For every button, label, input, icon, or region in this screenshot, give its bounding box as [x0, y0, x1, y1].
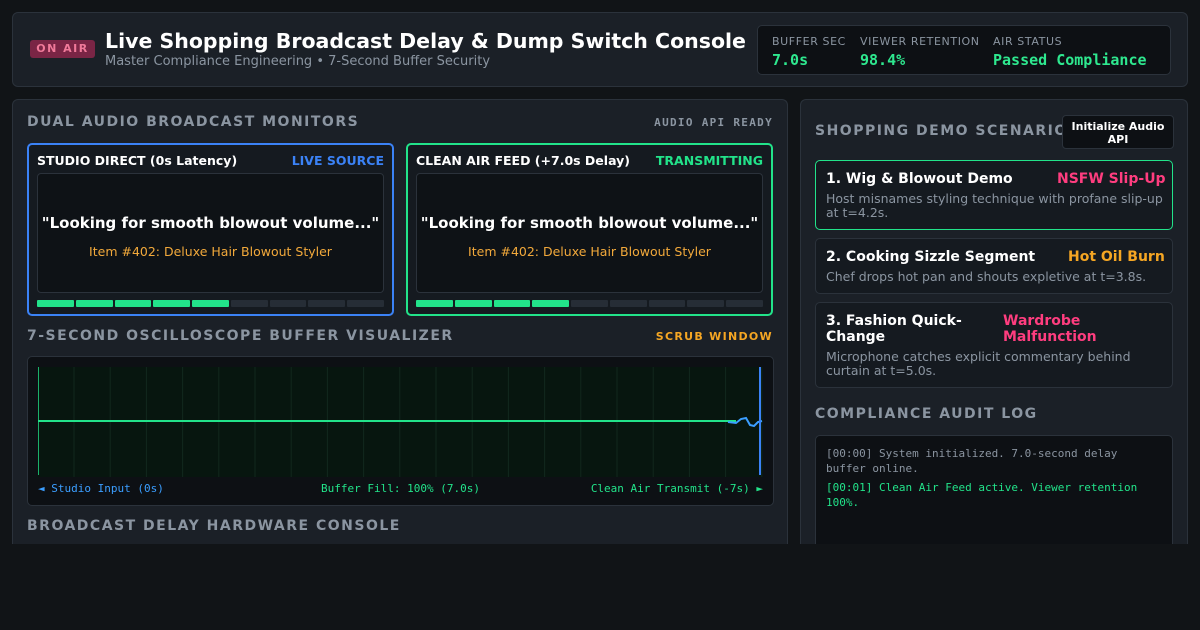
meter-segment	[648, 300, 686, 307]
monitor-screen: "Looking for smooth blowout volume..." I…	[37, 173, 384, 293]
meter-segment	[230, 300, 268, 307]
compliance-audit-log[interactable]: [00:00] System initialized. 7.0-second d…	[815, 435, 1173, 544]
stats-panel: BUFFER SEC 7.0s VIEWER RETENTION 98.4% A…	[757, 25, 1171, 75]
meter-segment	[192, 300, 229, 307]
oscilloscope-waveform	[38, 367, 763, 477]
page-title: Live Shopping Broadcast Delay & Dump Swi…	[105, 29, 746, 53]
monitor-title: CLEAN AIR FEED (+7.0s Delay)	[416, 153, 630, 168]
header-bar: ON AIR Live Shopping Broadcast Delay & D…	[12, 12, 1188, 87]
meter-segment	[308, 300, 346, 307]
monitor-title: STUDIO DIRECT (0s Latency)	[37, 153, 238, 168]
product-item: Item #402: Deluxe Hair Blowout Styler	[89, 244, 332, 259]
product-item: Item #402: Deluxe Hair Blowout Styler	[468, 244, 711, 259]
stat-viewer-retention: VIEWER RETENTION 98.4%	[860, 35, 980, 69]
scenario-card-fashion-quick-change[interactable]: 3. Fashion Quick-Change Wardrobe Malfunc…	[815, 302, 1173, 388]
scenarios-section-title: SHOPPING DEMO SCENARIOS	[815, 123, 1080, 139]
meter-segment	[269, 300, 307, 307]
caption-quote: "Looking for smooth blowout volume..."	[41, 214, 380, 232]
meter-segment	[114, 300, 152, 307]
log-entry: [00:01] Clean Air Feed active. Viewer re…	[826, 481, 1138, 509]
audio-api-status: AUDIO API READY	[654, 116, 773, 129]
stat-value: 98.4%	[860, 51, 906, 69]
studio-direct-monitor: STUDIO DIRECT (0s Latency) LIVE SOURCE "…	[27, 143, 394, 316]
monitors-section-title: DUAL AUDIO BROADCAST MONITORS	[27, 114, 360, 130]
scenario-card-cooking-sizzle[interactable]: 2. Cooking Sizzle Segment Hot Oil Burn C…	[815, 238, 1173, 294]
on-air-badge: ON AIR	[30, 40, 95, 58]
page-subtitle: Master Compliance Engineering • 7-Second…	[105, 54, 491, 69]
meter-segment	[493, 300, 531, 307]
initialize-audio-api-button[interactable]: Initialize Audio API	[1062, 115, 1174, 149]
scenario-name: 1. Wig & Blowout Demo	[826, 171, 1013, 187]
scenarios-panel: SHOPPING DEMO SCENARIOS Initialize Audio…	[800, 99, 1188, 544]
stat-air-status: AIR STATUS Passed Compliance	[993, 35, 1147, 69]
scenario-tag: NSFW Slip-Up	[1057, 171, 1166, 187]
scenario-name: 3. Fashion Quick-Change	[826, 313, 962, 345]
live-source-status: LIVE SOURCE	[291, 153, 384, 168]
console-section-title: BROADCAST DELAY HARDWARE CONSOLE	[27, 518, 401, 534]
stat-label: BUFFER SEC	[772, 35, 846, 48]
scenario-card-wig-blowout[interactable]: 1. Wig & Blowout Demo NSFW Slip-Up Host …	[815, 160, 1173, 230]
meter-segment	[37, 300, 74, 307]
meter-segment	[454, 300, 492, 307]
stat-value: 7.0s	[772, 51, 809, 69]
stat-value: Passed Compliance	[993, 51, 1147, 69]
caption-quote: "Looking for smooth blowout volume..."	[420, 214, 759, 232]
meter-segment	[726, 300, 764, 307]
meter-segment	[571, 300, 608, 307]
scenario-description: Microphone catches explicit commentary b…	[826, 349, 1131, 378]
oscilloscope-buffer-visualizer[interactable]: ◄ Studio Input (0s) Buffer Fill: 100% (7…	[27, 356, 774, 506]
meter-segment	[687, 300, 725, 307]
meter-segment	[153, 300, 191, 307]
broadcast-panel: DUAL AUDIO BROADCAST MONITORS AUDIO API …	[12, 99, 788, 544]
scenario-description: Chef drops hot pan and shouts expletive …	[826, 269, 1147, 284]
meter-segment	[532, 300, 570, 307]
clean-air-feed-monitor: CLEAN AIR FEED (+7.0s Delay) TRANSMITTIN…	[406, 143, 773, 316]
audio-level-meter	[37, 300, 385, 307]
transmitting-status: TRANSMITTING	[655, 153, 763, 168]
scrub-window-label[interactable]: SCRUB WINDOW	[656, 330, 773, 343]
meter-segment	[609, 300, 647, 307]
meter-segment	[416, 300, 453, 307]
audit-log-title: COMPLIANCE AUDIT LOG	[815, 406, 1038, 422]
clean-air-transmit-label: Clean Air Transmit (-7s) ►	[590, 482, 763, 495]
scenario-tag: Hot Oil Burn	[1068, 249, 1165, 265]
meter-segment	[347, 300, 385, 307]
scope-section-title: 7-SECOND OSCILLOSCOPE BUFFER VISUALIZER	[27, 328, 454, 344]
stat-label: AIR STATUS	[993, 35, 1063, 48]
stat-buffer-sec: BUFFER SEC 7.0s	[772, 35, 846, 69]
scenario-tag: Wardrobe Malfunction	[1003, 313, 1097, 345]
monitor-screen: "Looking for smooth blowout volume..." I…	[416, 173, 763, 293]
meter-segment	[75, 300, 113, 307]
log-entry: [00:00] System initialized. 7.0-second d…	[826, 447, 1118, 475]
scenario-description: Host misnames styling technique with pro…	[826, 191, 1163, 220]
scenario-name: 2. Cooking Sizzle Segment	[826, 249, 1036, 265]
audio-level-meter	[416, 300, 764, 307]
stat-label: VIEWER RETENTION	[860, 35, 980, 48]
